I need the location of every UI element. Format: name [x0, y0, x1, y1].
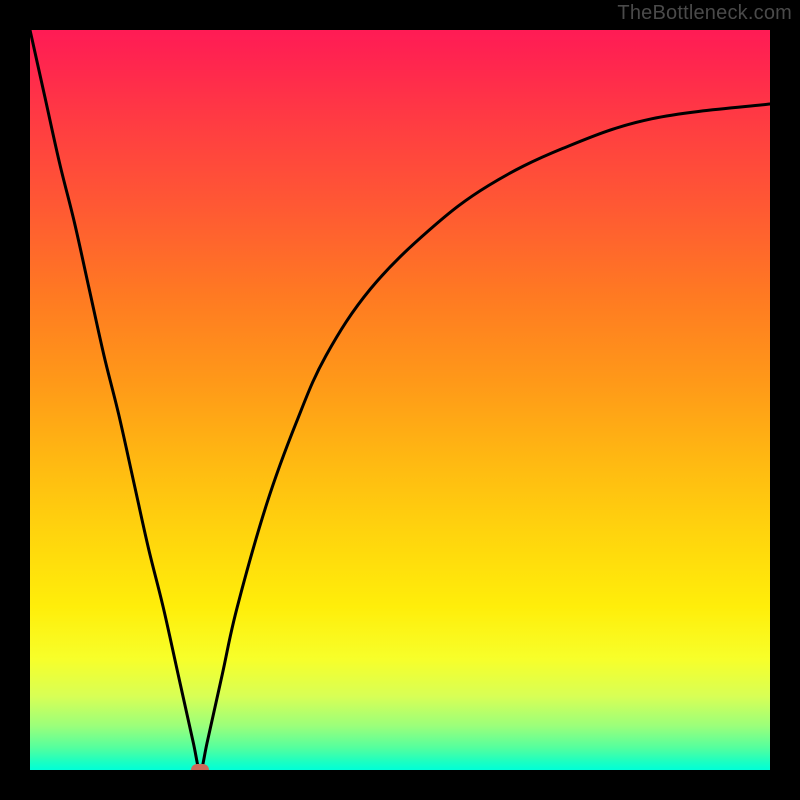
- bottleneck-curve: [30, 30, 770, 770]
- chart-frame: TheBottleneck.com: [0, 0, 800, 800]
- watermark-text: TheBottleneck.com: [617, 2, 792, 25]
- optimum-marker: [191, 764, 209, 770]
- plot-area: [30, 30, 770, 770]
